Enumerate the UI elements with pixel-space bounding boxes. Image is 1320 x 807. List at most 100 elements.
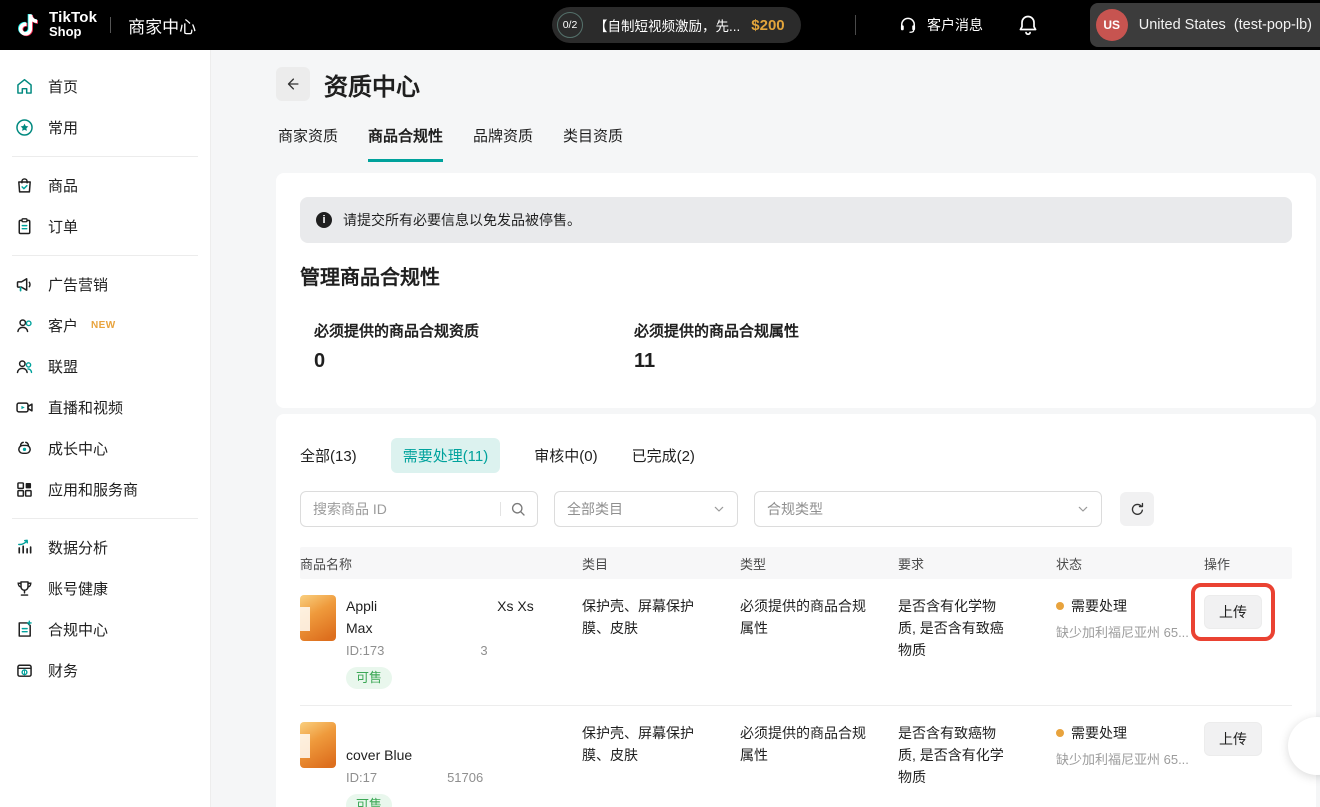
- stat-value: 11: [634, 350, 954, 373]
- chevron-down-icon: [711, 501, 727, 517]
- sidebar-item-customers[interactable]: 客户 NEW: [0, 305, 210, 346]
- tiktok-shop-logo[interactable]: TikTok Shop: [14, 11, 97, 39]
- product-image[interactable]: [300, 722, 336, 768]
- sidebar-item-label: 直播和视频: [48, 397, 123, 418]
- list-tab-0[interactable]: 全部(13): [300, 445, 357, 466]
- sidebar-item-growth[interactable]: 成长中心: [0, 428, 210, 469]
- region-selector[interactable]: US United States (test-pop-lb): [1090, 3, 1320, 47]
- type-cell: 必须提供的商品合规属性: [740, 722, 898, 807]
- customers-icon: [14, 315, 35, 336]
- compliance-type-filter[interactable]: 合规类型: [754, 491, 1102, 527]
- customer-messages-button[interactable]: 客户消息: [898, 0, 983, 50]
- product-image[interactable]: [300, 595, 336, 641]
- chevron-down-icon: [1075, 501, 1091, 517]
- sidebar-nav: 首页 常用 商品 订单 广告营销: [0, 50, 211, 807]
- table-row: AppliXs Xs Max ID:1733 可售 保护壳、屏幕保护膜、皮肤 必…: [300, 579, 1292, 706]
- header-divider: [855, 15, 856, 35]
- sidebar-item-home[interactable]: 首页: [0, 66, 210, 107]
- table-header: 商品名称类目类型要求状态操作: [300, 547, 1292, 579]
- status-cell: 需要处理 缺少加利福尼亚州 65...: [1056, 595, 1204, 689]
- sidebar-item-apps[interactable]: 应用和服务商: [0, 469, 210, 510]
- product-cell: AppliXs Xs Max ID:1733 可售: [300, 595, 582, 689]
- upload-button[interactable]: 上传: [1204, 722, 1262, 756]
- sidebar-item-label: 订单: [48, 216, 78, 237]
- main-content: 资质中心 商家资质商品合规性品牌资质类目资质 i 请提交所有必要信息以免发品被停…: [211, 50, 1320, 807]
- logo-text: TikTok Shop: [49, 11, 97, 39]
- filters-row: 全部类目 合规类型: [300, 491, 1292, 527]
- headset-icon: [898, 15, 918, 35]
- app-title: 商家中心: [128, 13, 196, 38]
- sidebar-item-orders[interactable]: 订单: [0, 206, 210, 247]
- promo-banner[interactable]: 0/2 【自制短视频激励，先... $200: [552, 7, 801, 43]
- list-tab-2[interactable]: 审核中(0): [534, 445, 597, 466]
- refresh-icon: [1129, 501, 1146, 518]
- list-tab-3[interactable]: 已完成(2): [632, 445, 695, 466]
- sidebar-item-label: 常用: [48, 117, 78, 138]
- column-header: 操作: [1204, 554, 1292, 573]
- upload-button[interactable]: 上传: [1204, 595, 1262, 629]
- sidebar-item-label: 应用和服务商: [48, 479, 138, 500]
- category-filter[interactable]: 全部类目: [554, 491, 738, 527]
- sidebar-item-finance[interactable]: 财务: [0, 650, 210, 691]
- page-tab-3[interactable]: 类目资质: [563, 125, 623, 162]
- redacted-text: [346, 729, 516, 738]
- column-header: 状态: [1056, 554, 1204, 573]
- stock-status-badge: 可售: [346, 667, 392, 689]
- info-icon: i: [316, 212, 332, 228]
- megaphone-icon: [14, 274, 35, 295]
- tiktok-note-icon: [14, 11, 42, 39]
- search-box: [300, 491, 538, 527]
- status-cell: 需要处理 缺少加利福尼亚州 65...: [1056, 722, 1204, 807]
- status-detail: 缺少加利福尼亚州 65...: [1056, 622, 1198, 644]
- compliance-list-card: 全部(13) 需要处理(11) 审核中(0) 已完成(2) 全部类目: [276, 414, 1316, 807]
- sidebar-item-frequent[interactable]: 常用: [0, 107, 210, 148]
- promo-amount: $200: [751, 17, 784, 34]
- sidebar-item-label: 成长中心: [48, 438, 108, 459]
- account-health-icon: [14, 578, 35, 599]
- sidebar-item-label: 账号健康: [48, 578, 108, 599]
- home-icon: [14, 76, 35, 97]
- sidebar-divider: [12, 518, 198, 519]
- requirement-cell: 是否含有化学物质, 是否含有致癌物质: [898, 595, 1056, 689]
- sidebar-divider: [12, 156, 198, 157]
- redacted-text: [377, 773, 447, 782]
- growth-icon: [14, 438, 35, 459]
- back-button[interactable]: [276, 67, 310, 101]
- alert-text: 请提交所有必要信息以免发品被停售。: [343, 210, 581, 230]
- action-cell: 上传: [1204, 722, 1292, 807]
- refresh-button[interactable]: [1120, 492, 1154, 526]
- notifications-button[interactable]: [1016, 0, 1040, 50]
- status-dot-icon: [1056, 602, 1064, 610]
- compliance-type-placeholder: 合规类型: [767, 499, 823, 519]
- bell-icon: [1016, 13, 1040, 37]
- page-tabs: 商家资质商品合规性品牌资质类目资质: [278, 125, 1316, 162]
- compliance-overview-card: i 请提交所有必要信息以免发品被停售。 管理商品合规性 必须提供的商品合规资质 …: [276, 173, 1316, 408]
- list-tab-1[interactable]: 需要处理(11): [391, 438, 501, 473]
- sidebar-item-account-health[interactable]: 账号健康: [0, 568, 210, 609]
- page-head: 资质中心: [276, 67, 1316, 101]
- redacted-text: [377, 602, 497, 611]
- section-title: 管理商品合规性: [300, 261, 1292, 290]
- sidebar-item-compliance[interactable]: 合规中心: [0, 609, 210, 650]
- sidebar-item-analytics[interactable]: 数据分析: [0, 527, 210, 568]
- page-tab-0[interactable]: 商家资质: [278, 125, 338, 162]
- stats-row: 必须提供的商品合规资质 0 必须提供的商品合规属性 11: [314, 320, 1292, 373]
- stat-label: 必须提供的商品合规属性: [634, 320, 954, 341]
- sidebar-item-marketing[interactable]: 广告营销: [0, 264, 210, 305]
- sidebar-item-label: 首页: [48, 76, 78, 97]
- column-header: 要求: [898, 554, 1056, 573]
- stat-label: 必须提供的商品合规资质: [314, 320, 634, 341]
- page-title: 资质中心: [324, 67, 420, 102]
- back-arrow-icon: [284, 75, 302, 93]
- page-tab-2[interactable]: 品牌资质: [473, 125, 533, 162]
- search-input[interactable]: [313, 501, 492, 517]
- sidebar-item-affiliate[interactable]: 联盟: [0, 346, 210, 387]
- status-detail: 缺少加利福尼亚州 65...: [1056, 749, 1198, 771]
- search-icon[interactable]: [509, 500, 527, 518]
- product-id: ID:1733: [346, 642, 551, 660]
- category-filter-value: 全部类目: [567, 499, 623, 519]
- sidebar-item-products[interactable]: 商品: [0, 165, 210, 206]
- sidebar-item-live-video[interactable]: 直播和视频: [0, 387, 210, 428]
- page-tab-1[interactable]: 商品合规性: [368, 125, 443, 162]
- table-row: cover Blue ID:1751706 可售 保护壳、屏幕保护膜、皮肤 必须…: [300, 706, 1292, 807]
